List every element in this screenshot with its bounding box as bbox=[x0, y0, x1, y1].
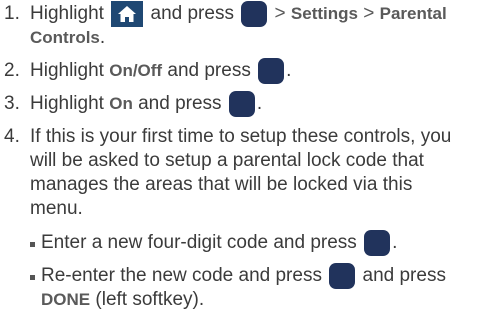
step-text: Highlight bbox=[30, 3, 104, 24]
select-key-icon bbox=[364, 230, 391, 256]
select-key-icon bbox=[329, 263, 356, 289]
home-icon-glyph bbox=[118, 6, 137, 22]
bullet-text: Re-enter the new code and press bbox=[41, 265, 322, 286]
bullet-text: (left softkey). bbox=[95, 289, 205, 310]
select-key-icon bbox=[258, 58, 285, 84]
step-text: and press bbox=[167, 60, 251, 81]
menu-path-parental: Parental bbox=[379, 4, 447, 23]
step-number: 2. bbox=[4, 60, 20, 81]
bullet-item-1: Enter a new four-digit code and press . bbox=[30, 229, 397, 257]
step-text: If this is your first time to setup thes… bbox=[30, 126, 452, 147]
option-on-off: On/Off bbox=[109, 61, 163, 80]
step-number: 4. bbox=[4, 126, 20, 147]
bullet-item-2-line-2: DONE (left softkey). bbox=[41, 286, 204, 314]
bullet-icon bbox=[30, 241, 35, 247]
step-period: . bbox=[99, 27, 106, 48]
bullet-text: Enter a new four-digit code and press bbox=[41, 232, 357, 253]
step-number: 1. bbox=[4, 3, 20, 24]
step-4-line-4: menu. bbox=[30, 198, 83, 219]
step-4-line-3: manages the areas that will be locked vi… bbox=[30, 174, 413, 195]
step-text: and press bbox=[138, 93, 222, 114]
step-period: . bbox=[256, 93, 263, 114]
bullet-icon bbox=[30, 274, 35, 280]
step-number: 3. bbox=[4, 93, 20, 114]
done-softkey-label: DONE bbox=[41, 290, 91, 309]
step-text: and press bbox=[150, 3, 234, 24]
step-text: Highlight bbox=[30, 93, 104, 114]
menu-separator: > bbox=[274, 3, 286, 24]
step-period: . bbox=[392, 232, 398, 253]
menu-path-controls: Controls bbox=[30, 28, 100, 47]
home-icon bbox=[111, 1, 144, 27]
instruction-document: 1. Highlight and press > Settings > Pare… bbox=[0, 0, 482, 314]
option-on: On bbox=[109, 94, 133, 113]
menu-separator: > bbox=[363, 3, 375, 24]
select-key-icon bbox=[228, 91, 255, 117]
menu-path-settings: Settings bbox=[290, 4, 358, 23]
step-1-line-2: Controls. bbox=[30, 24, 105, 52]
bullet-text: and press bbox=[362, 265, 446, 286]
select-key-icon bbox=[241, 1, 268, 27]
step-text: Highlight bbox=[30, 60, 104, 81]
step-period: . bbox=[286, 60, 292, 81]
